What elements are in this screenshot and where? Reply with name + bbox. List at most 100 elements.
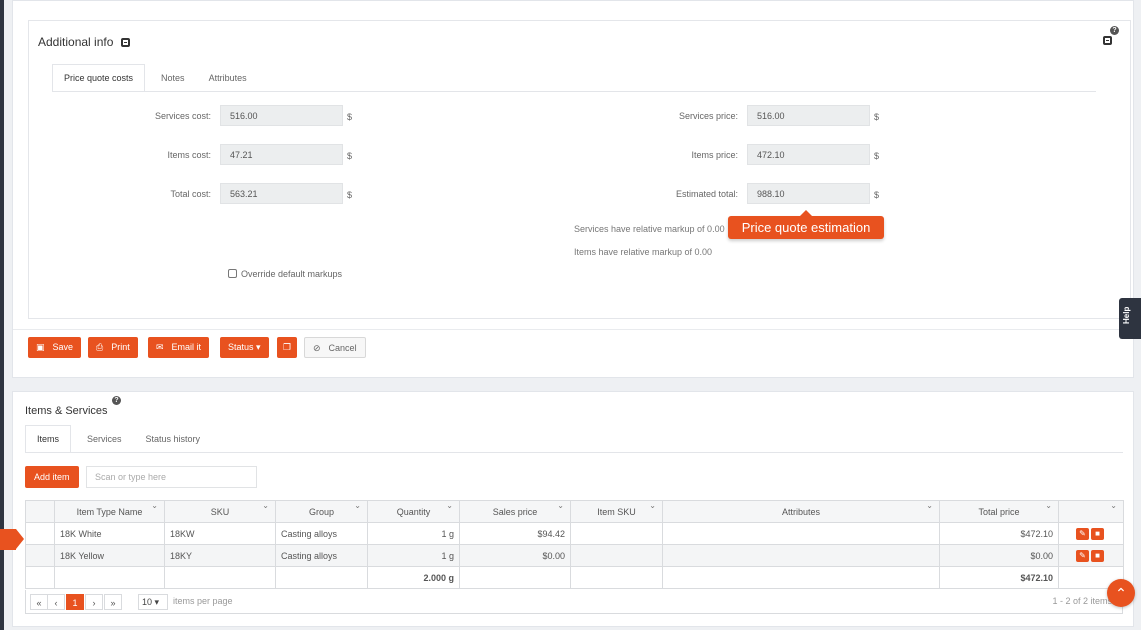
trash-icon[interactable]: ■ [1091,527,1104,540]
table-row[interactable]: 18K White 18KW Casting alloys 1 g $94.42… [25,522,1124,545]
currency-label: $ [874,190,880,200]
collapse-icon[interactable] [120,38,130,47]
printer-icon: ⎙ [96,342,104,352]
tab-price-quote-costs[interactable]: Price quote costs [52,64,146,91]
tab-items[interactable]: Items [25,425,72,452]
chevron-down-icon[interactable]: ⌄ [151,502,158,511]
next-page-button[interactable]: › [85,594,103,610]
cancel-button-label: Cancel [328,343,357,353]
scan-input[interactable]: Scan or type here [86,466,257,488]
email-button[interactable]: ✉ Email it [148,337,210,358]
column-header-total-price[interactable]: Total price ⌄ [939,500,1059,523]
tab-notes[interactable]: Notes [149,64,197,91]
scroll-to-top-button[interactable]: ⌃ [1107,579,1135,607]
help-tab-label: Help [1122,306,1131,324]
tab-services[interactable]: Services [75,425,134,452]
items-help-question-icon[interactable]: ? [112,396,121,405]
per-page-select[interactable]: 10 ▾ [138,594,168,610]
chevron-down-icon[interactable]: ⌄ [446,502,453,511]
chevron-down-icon[interactable]: ⌄ [1045,502,1052,511]
items-cost-field: 47.21 [220,144,343,165]
ban-icon: ⊘ [313,343,321,353]
print-button-label: Print [111,342,130,352]
column-label: Attributes [781,506,821,517]
floppy-disk-icon: ▣ [36,342,45,352]
page-number-current[interactable]: 1 [66,594,84,610]
items-cost-label: Items cost: [167,150,211,160]
column-label: Group [308,506,334,517]
column-header-actions[interactable]: ⌄ [1058,500,1124,523]
chevron-down-icon[interactable]: ⌄ [649,502,656,511]
estimated-total-field: 988.10 [747,183,870,204]
chevron-down-icon[interactable]: ⌄ [262,502,269,511]
per-page-label: items per page [173,596,233,606]
sales-price-cell: $0.00 [459,544,571,567]
trash-icon[interactable]: ■ [1091,549,1104,562]
copy-icon: ❐ [283,342,292,352]
copy-button[interactable]: ❐ [277,337,298,358]
column-header-attributes[interactable]: Attributes ⌄ [662,500,940,523]
save-button[interactable]: ▣ Save [28,337,82,358]
empty-cell [164,566,276,589]
prev-page-button[interactable]: ‹ [47,594,65,610]
column-label: Sales price [492,506,538,517]
help-side-tab[interactable]: Help [1119,298,1141,339]
collapse-all-icon[interactable] [1103,36,1112,45]
total-price-cell: $0.00 [939,544,1059,567]
tab-status-history[interactable]: Status history [134,425,213,452]
help-question-icon[interactable]: ? [1110,26,1119,35]
chevron-down-icon[interactable]: ⌄ [1110,502,1117,511]
services-price-field: 516.00 [747,105,870,126]
column-header-item-sku[interactable]: Item SKU ⌄ [570,500,663,523]
column-header-item-type-name[interactable]: Item Type Name ⌄ [54,500,165,523]
toolbar-divider [13,329,1133,330]
additional-info-title: Additional info [38,35,130,49]
column-header-group[interactable]: Group ⌄ [275,500,368,523]
chevron-up-icon: ⌃ [1115,585,1127,601]
chevron-down-icon[interactable]: ⌄ [354,502,361,511]
currency-label: $ [874,151,880,161]
chevron-down-icon[interactable]: ⌄ [926,502,933,511]
row-select-cell[interactable] [25,522,55,545]
currency-label: $ [347,151,353,161]
pencil-icon[interactable]: ✎ [1076,549,1089,562]
first-page-button[interactable]: « [30,594,48,610]
add-item-button[interactable]: Add item [25,466,79,488]
pencil-icon[interactable]: ✎ [1076,527,1089,540]
override-markups-label: Override default markups [241,269,343,279]
column-header-sales-price[interactable]: Sales price ⌄ [459,500,571,523]
table-row[interactable]: 18K Yellow 18KY Casting alloys 1 g $0.00… [25,544,1124,567]
currency-label: $ [874,112,880,122]
row-select-cell[interactable] [25,544,55,567]
sales-price-cell: $94.42 [459,522,571,545]
column-header-quantity[interactable]: Quantity ⌄ [367,500,460,523]
items-markup-note: Items have relative markup of 0.00 [574,247,713,257]
item-type-name-cell: 18K Yellow [54,544,165,567]
email-button-label: Email it [171,342,202,352]
caret-down-icon: ▾ [154,597,160,607]
items-services-title: Items & Services [25,405,108,417]
select-column-header [25,500,55,523]
override-markups-checkbox[interactable] [228,269,237,278]
additional-info-title-text: Additional info [38,35,114,49]
item-sku-cell [570,544,663,567]
chevron-down-icon[interactable]: ⌄ [557,502,564,511]
override-markups-option[interactable]: Override default markups [228,269,342,279]
print-button[interactable]: ⎙ Print [88,337,138,358]
save-button-label: Save [52,342,74,352]
total-quantity-cell: 2.000 g [367,566,460,589]
per-page-value: 10 [142,597,153,607]
sku-cell: 18KY [164,544,276,567]
services-cost-field: 516.00 [220,105,343,126]
cancel-button[interactable]: ⊘ Cancel [304,337,366,358]
group-cell: Casting alloys [275,544,368,567]
empty-cell [662,566,940,589]
table-header-row: Item Type Name ⌄ SKU ⌄ Group ⌄ Quantity ⌄ Sa… [25,500,1124,523]
envelope-icon: ✉ [156,342,164,352]
items-price-label: Items price: [691,150,738,160]
item-sku-cell [570,522,663,545]
tab-attributes[interactable]: Attributes [197,64,259,91]
last-page-button[interactable]: » [104,594,122,610]
column-header-sku[interactable]: SKU ⌄ [164,500,276,523]
status-dropdown-button[interactable]: Status ▾ [220,337,269,358]
